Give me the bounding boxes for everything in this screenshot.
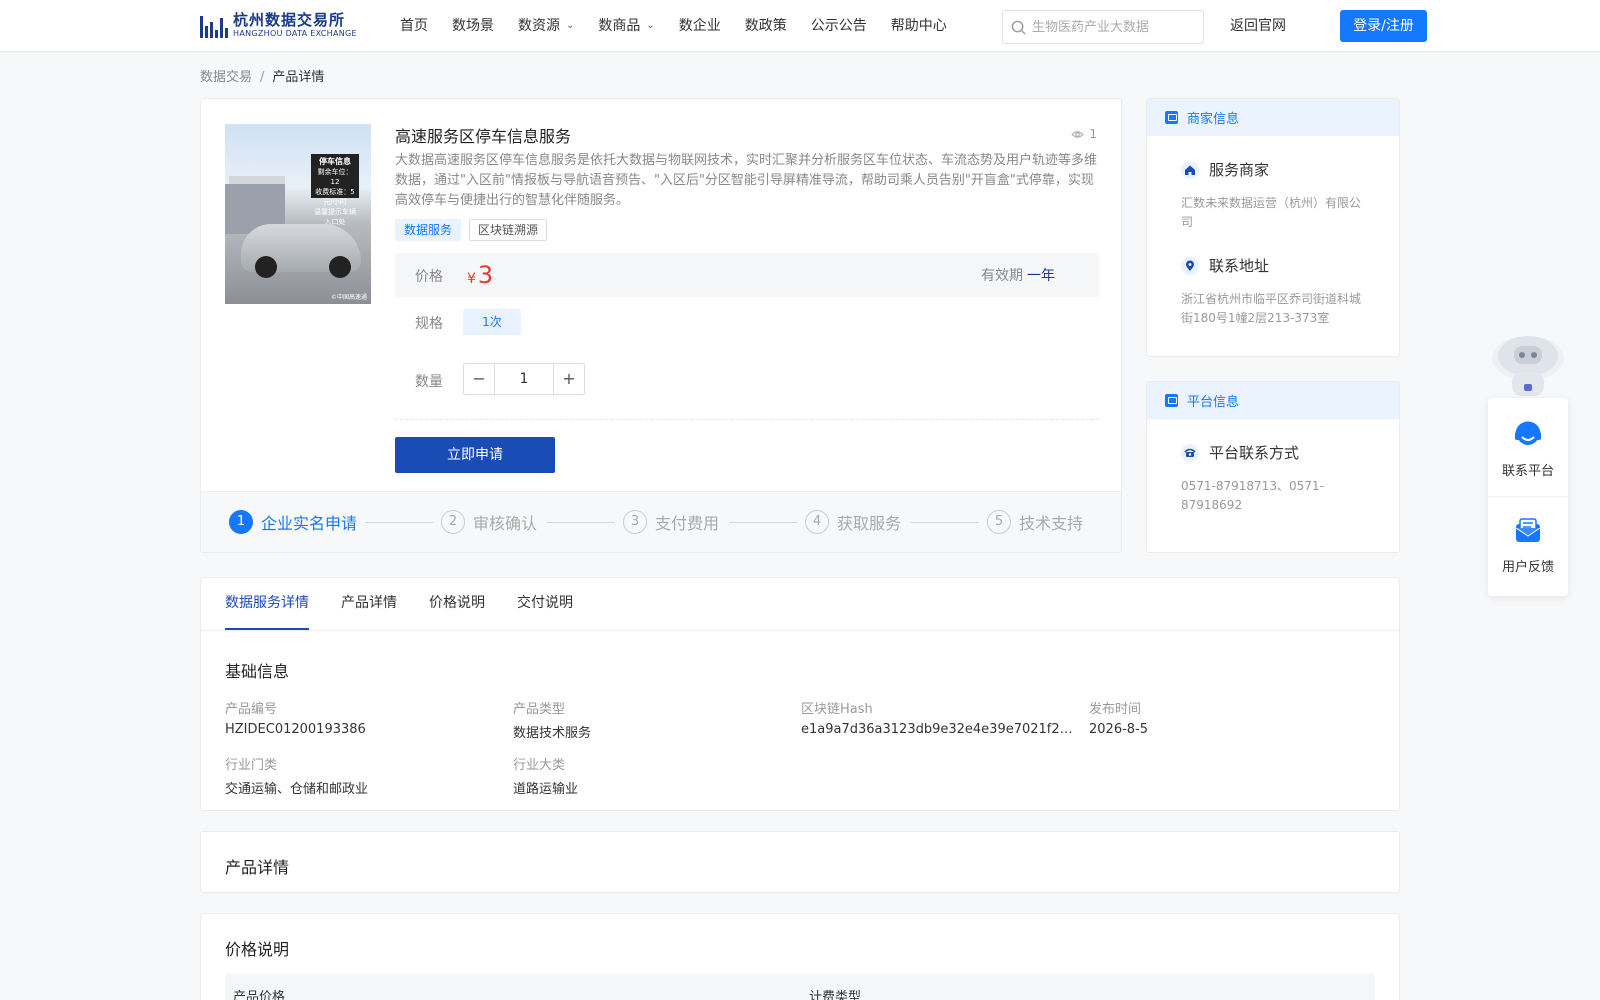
nav-item-help[interactable]: 帮助中心 (891, 0, 947, 52)
step-2: 2 审核确认 (441, 510, 537, 534)
logo-text-cn: 杭州数据交易所 (233, 10, 346, 29)
search-icon (1011, 20, 1026, 35)
validity: 有效期 一年 (981, 268, 1055, 284)
breadcrumb-current: 产品详情 (272, 70, 325, 85)
price-bar: 价格 ¥3 有效期 一年 (395, 253, 1099, 297)
main-nav: 首页 数场景 数资源 ⌄ 数商品 ⌄ 数企业 数政策 公示公告 帮助中心 (400, 0, 971, 52)
phone-icon (1181, 443, 1199, 462)
logo-text-en: HANGZHOU DATA EXCHANGE (233, 28, 357, 38)
quantity-stepper: − 1 + (463, 363, 585, 395)
view-count: 1 (1071, 127, 1097, 141)
nav-item-scenes[interactable]: 数场景 (452, 0, 494, 52)
customer-service-icon (1515, 421, 1541, 445)
logo[interactable]: 杭州数据交易所 HANGZHOU DATA EXCHANGE (200, 9, 357, 41)
nav-item-goods[interactable]: 数商品 ⌄ (598, 0, 654, 52)
parking-sign: 停车信息 剩余车位：12 收费标准：5元/小时 温馨提示车辆入口处 (311, 154, 359, 226)
contact-address: 联系地址 浙江省杭州市临平区乔司街道科城街180号1幢2层213-373室 (1181, 255, 1367, 328)
search-box (1002, 10, 1204, 44)
breadcrumb: 数据交易 / 产品详情 (200, 66, 324, 85)
search-input[interactable] (1032, 19, 1192, 35)
breadcrumb-separator: / (260, 70, 265, 85)
merchant-address: 浙江省杭州市临平区乔司街道科城街180号1幢2层213-373室 (1181, 292, 1362, 325)
merchant-info-card: 商家信息 服务商家 汇数未来数据运营（杭州）有限公司 联系地址 浙江省杭州市临平… (1146, 98, 1400, 357)
platform-info-card: 平台信息 平台联系方式 0571-87918713、0571-87918692 (1146, 381, 1400, 553)
monitor-icon (1165, 393, 1178, 407)
price-label: 价格 (415, 269, 443, 285)
product-description: 大数据高速服务区停车信息服务是依托大数据与物联网技术，实时汇聚并分析服务区车位状… (395, 153, 1098, 208)
price-table-header: 产品价格 计费类型 (225, 974, 1375, 1000)
col-billing-type: 计费类型 (809, 990, 862, 1000)
nav-item-policies[interactable]: 数政策 (745, 0, 787, 52)
shop-icon (1165, 110, 1178, 124)
spec-option[interactable]: 1次 (463, 309, 521, 335)
product-tags: 数据服务 区块链溯源 (395, 219, 548, 241)
product-card: 停车信息 剩余车位：12 收费标准：5元/小时 温馨提示车辆入口处 ©中国高速通… (200, 98, 1122, 553)
merchant-name: 汇数未来数据运营（杭州）有限公司 (1181, 196, 1362, 229)
chevron-down-icon: ⌄ (646, 20, 655, 31)
product-detail-card: 产品详情 (200, 831, 1400, 893)
process-steps: 1 企业实名申请 2 审核确认 3 支付费用 4 获取服务 5 技术支持 (201, 491, 1121, 552)
contact-platform-button[interactable]: 联系平台 (1488, 420, 1568, 479)
price-description-card: 价格说明 产品价格 计费类型 (200, 913, 1400, 1000)
product-title: 高速服务区停车信息服务 (395, 127, 572, 146)
minus-button[interactable]: − (464, 364, 495, 394)
tab-delivery-description[interactable]: 交付说明 (517, 578, 573, 630)
step-1: 1 企业实名申请 (229, 510, 357, 534)
info-industry-major: 行业大类 道路运输业 (513, 758, 579, 797)
nav-item-resources[interactable]: 数资源 ⌄ (518, 0, 574, 52)
tab-product-details[interactable]: 产品详情 (341, 578, 397, 630)
step-5: 5 技术支持 (987, 510, 1083, 534)
nav-item-home[interactable]: 首页 (400, 0, 428, 52)
tag-blockchain: 区块链溯源 (469, 219, 548, 241)
step-3: 3 支付费用 (623, 510, 719, 534)
plus-button[interactable]: + (553, 364, 584, 394)
platform-info-header: 平台信息 (1147, 382, 1399, 419)
logo-mark-icon (200, 12, 228, 38)
mail-feedback-icon (1515, 518, 1541, 542)
step-4: 4 获取服务 (805, 510, 901, 534)
apply-button[interactable]: 立即申请 (395, 437, 555, 473)
info-publish-date: 发布时间 2026-8-5 (1089, 702, 1149, 737)
platform-phone: 0571-87918713、0571-87918692 (1181, 479, 1324, 512)
detail-tabs: 数据服务详情 产品详情 价格说明 交付说明 (225, 578, 605, 630)
chevron-down-icon: ⌄ (566, 20, 575, 31)
tag-data-service: 数据服务 (395, 219, 462, 241)
divider (395, 419, 1099, 420)
tab-price-description[interactable]: 价格说明 (429, 578, 485, 630)
quantity-input[interactable]: 1 (495, 364, 553, 394)
info-industry-category: 行业门类 交通运输、仓储和邮政业 (225, 758, 369, 797)
product-image: 停车信息 剩余车位：12 收费标准：5元/小时 温馨提示车辆入口处 ©中国高速通 (225, 124, 371, 304)
col-product-price: 产品价格 (233, 990, 286, 1000)
back-to-site-link[interactable]: 返回官网 (1230, 0, 1286, 52)
info-blockchain-hash: 区块链Hash e1a9a7d36a3123db9e32e4e39e7021f23… (801, 702, 1077, 737)
eye-icon (1071, 130, 1085, 138)
floating-sidebar: 联系平台 用户反馈 (1488, 398, 1568, 596)
platform-contact: 平台联系方式 0571-87918713、0571-87918692 (1181, 442, 1381, 515)
product-detail-title: 产品详情 (225, 858, 290, 877)
user-feedback-button[interactable]: 用户反馈 (1488, 516, 1568, 575)
location-pin-icon (1181, 256, 1199, 275)
login-register-button[interactable]: 登录/注册 (1340, 10, 1427, 42)
merchant-info-header: 商家信息 (1147, 99, 1399, 136)
image-watermark: ©中国高速通 (330, 294, 367, 301)
top-header: 杭州数据交易所 HANGZHOU DATA EXCHANGE 首页 数场景 数资… (0, 0, 1600, 52)
basic-info-title: 基础信息 (225, 662, 290, 681)
spec-label: 规格 (415, 316, 443, 332)
breadcrumb-root[interactable]: 数据交易 (200, 70, 252, 85)
details-tabs-card: 数据服务详情 产品详情 价格说明 交付说明 基础信息 产品编号 HZIDEC012… (200, 577, 1400, 811)
nav-item-enterprises[interactable]: 数企业 (679, 0, 721, 52)
info-product-code: 产品编号 HZIDEC01200193386 (225, 702, 366, 737)
price-value: ¥3 (467, 261, 494, 289)
tab-service-details[interactable]: 数据服务详情 (225, 578, 309, 630)
info-product-type: 产品类型 数据技术服务 (513, 702, 592, 741)
nav-item-announcements[interactable]: 公示公告 (811, 0, 867, 52)
service-merchant: 服务商家 汇数未来数据运营（杭州）有限公司 (1181, 159, 1367, 232)
price-description-title: 价格说明 (225, 940, 290, 959)
home-icon (1181, 160, 1199, 179)
quantity-label: 数量 (415, 374, 443, 390)
robot-assistant-icon[interactable] (1488, 326, 1566, 398)
